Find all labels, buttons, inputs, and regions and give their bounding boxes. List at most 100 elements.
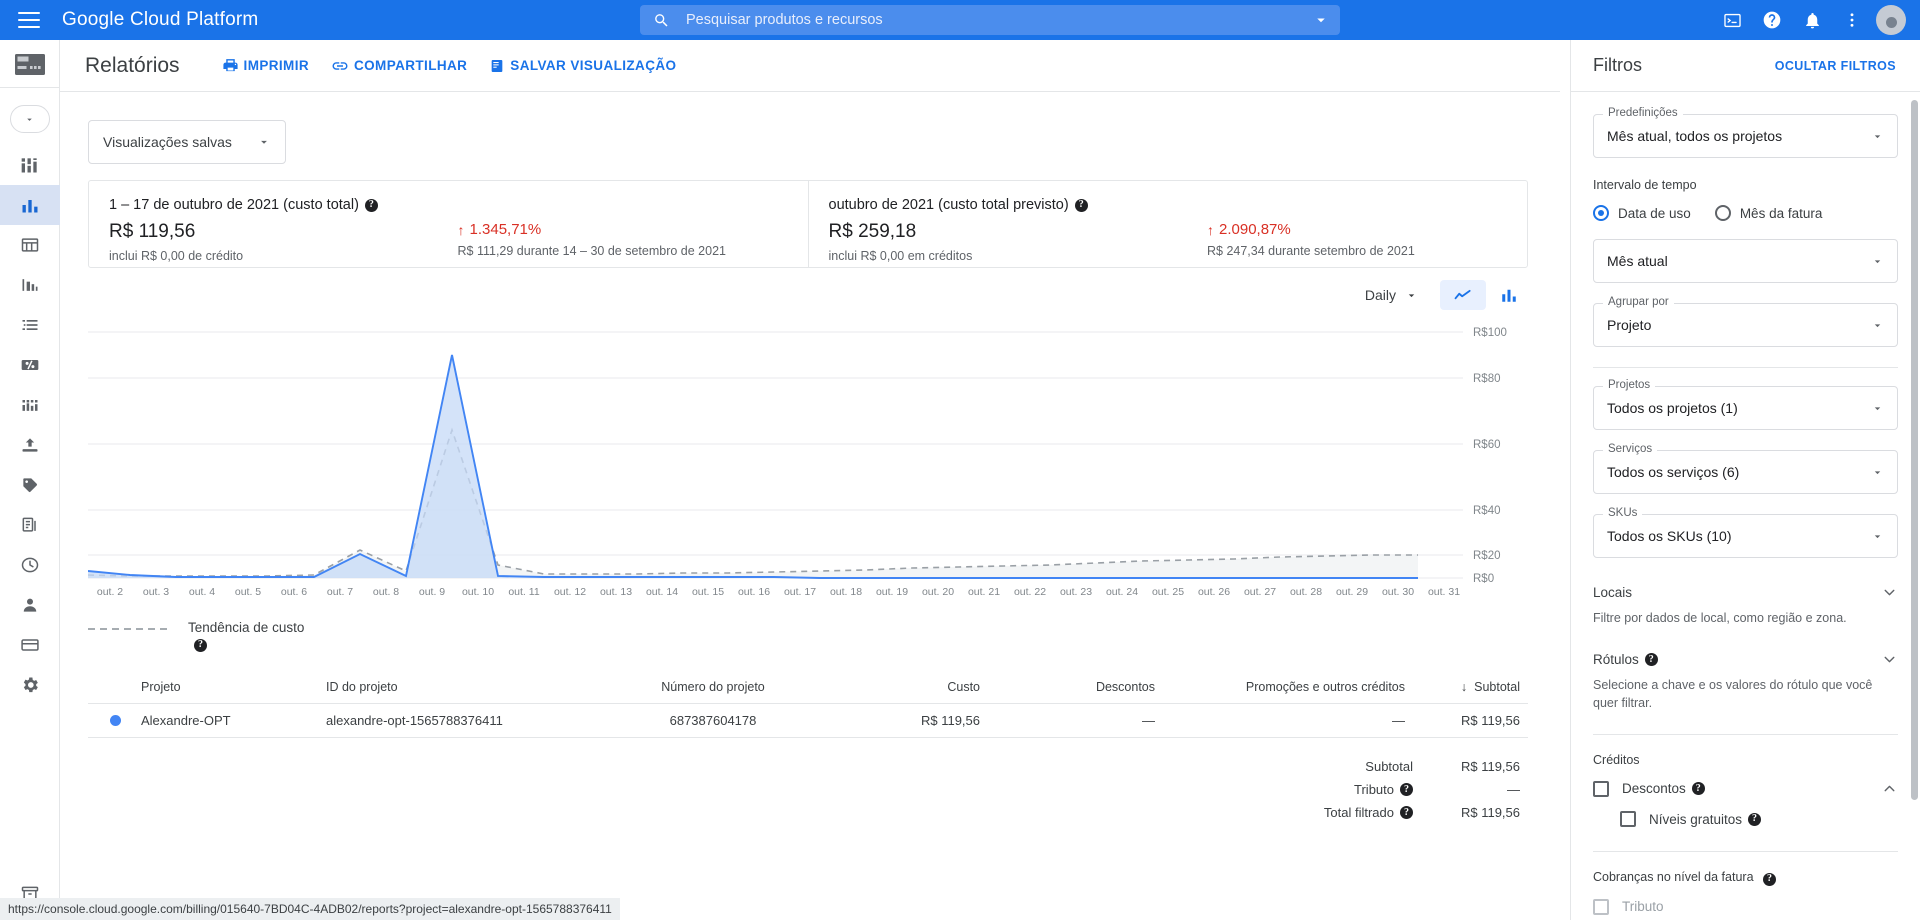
card-change-value-actual: 1.345,71% xyxy=(469,221,542,238)
chart-gridlines xyxy=(88,331,1463,579)
print-button[interactable]: IMPRIMIR xyxy=(222,57,309,74)
save-view-button[interactable]: SALVAR VISUALIZAÇÃO xyxy=(489,58,676,74)
saved-views-dropdown[interactable]: Visualizações salvas xyxy=(88,120,286,164)
totals-tax-label-text: Tributo xyxy=(1354,782,1394,797)
chevron-down-icon[interactable] xyxy=(1881,651,1898,668)
totals-subtotal-label: Subtotal xyxy=(1365,759,1413,774)
clock-icon xyxy=(20,555,40,575)
help-icon[interactable]: ? xyxy=(1763,872,1777,886)
sidebar-item-reports[interactable] xyxy=(0,185,60,225)
sidebar-item-cost-table[interactable] xyxy=(0,225,60,265)
skus-select[interactable]: SKUs Todos os SKUs (10) xyxy=(1593,507,1898,558)
table-col-cost[interactable]: Custo xyxy=(838,680,988,694)
discounts-label: Descontos ? xyxy=(1622,781,1705,796)
notifications-bell-icon[interactable] xyxy=(1792,0,1832,40)
svg-text:out. 26: out. 26 xyxy=(1198,586,1230,598)
table-col-subtotal[interactable]: ↓ Subtotal xyxy=(1413,680,1528,694)
table-totals: Subtotal R$ 119,56 Tributo ? — Total fil… xyxy=(88,738,1528,823)
group-by-select[interactable]: Agrupar por Projeto xyxy=(1593,296,1898,347)
chevron-down-icon[interactable] xyxy=(1881,584,1898,601)
share-button[interactable]: COMPARTILHAR xyxy=(331,57,467,75)
help-icon[interactable]: ? xyxy=(194,638,207,652)
sidebar-item-account-management[interactable] xyxy=(0,585,60,625)
free-tier-checkbox[interactable] xyxy=(1620,811,1636,828)
avatar[interactable] xyxy=(1876,5,1906,35)
sidebar-item-overview[interactable] xyxy=(0,145,60,185)
time-range-select[interactable]: Mês atual xyxy=(1593,239,1898,283)
radio-invoice-month-label: Mês da fatura xyxy=(1739,205,1823,221)
locations-description: Filtre por dados de local, como região e… xyxy=(1593,611,1847,625)
sidebar-item-commitments[interactable] xyxy=(0,345,60,385)
search-input[interactable] xyxy=(686,12,1302,28)
labels-section: Rótulos ? Selecione a chave e os valores… xyxy=(1593,651,1898,712)
sidebar-item-billing-export[interactable] xyxy=(0,425,60,465)
labels-toggle[interactable]: Rótulos ? xyxy=(1593,651,1898,668)
radio-invoice-month-control[interactable] xyxy=(1714,205,1731,221)
search-chevron-down-icon[interactable] xyxy=(1302,11,1340,29)
sidebar-item-cost-optimization[interactable] xyxy=(0,465,60,505)
svg-text:out. 13: out. 13 xyxy=(600,586,632,598)
chevron-down-icon xyxy=(1871,255,1884,268)
filters-scrollbar[interactable] xyxy=(1911,100,1918,800)
projects-select[interactable]: Projetos Todos os projetos (1) xyxy=(1593,379,1898,430)
sidebar-item-transactions[interactable] xyxy=(0,545,60,585)
sidebar-item-documents[interactable] xyxy=(0,505,60,545)
table-col-project-id[interactable]: ID do projeto xyxy=(318,680,588,694)
card-credit-note-forecast: inclui R$ 0,00 em créditos xyxy=(828,249,973,263)
tax-checkbox[interactable] xyxy=(1593,898,1609,915)
radio-usage-date[interactable]: Data de uso xyxy=(1593,205,1691,221)
cloud-shell-icon[interactable] xyxy=(1712,0,1752,40)
credit-card-icon xyxy=(20,635,40,655)
discounts-checkbox[interactable] xyxy=(1593,780,1609,797)
svg-text:out. 7: out. 7 xyxy=(327,586,353,598)
presets-label: Predefinições xyxy=(1603,107,1683,119)
free-tier-checkbox-row[interactable]: Níveis gratuitos ? xyxy=(1620,811,1898,828)
project-selector-dropdown[interactable] xyxy=(9,105,50,133)
help-icon[interactable]: ? xyxy=(1644,653,1658,667)
tax-checkbox-row[interactable]: Tributo xyxy=(1593,898,1898,915)
free-tier-label-text: Níveis gratuitos xyxy=(1649,811,1743,827)
help-icon[interactable] xyxy=(1752,0,1792,40)
projects-label: Projetos xyxy=(1603,379,1656,391)
filters-panel: Filtros OCULTAR FILTROS Predefinições Mê… xyxy=(1570,40,1920,920)
table-col-project[interactable]: Projeto xyxy=(133,680,318,694)
table-col-promotions[interactable]: Promoções e outros créditos xyxy=(1163,680,1413,694)
locations-toggle[interactable]: Locais xyxy=(1593,584,1898,601)
sidebar-item-pricing[interactable] xyxy=(0,305,60,345)
help-icon[interactable]: ? xyxy=(1400,783,1413,796)
hamburger-icon[interactable] xyxy=(18,12,40,28)
table-col-project-number[interactable]: Número do projeto xyxy=(588,680,838,694)
cost-chart[interactable]: R$100 R$80 R$60 R$40 R$20 R$0 out. 2 out.… xyxy=(88,310,1528,600)
table-row[interactable]: Alexandre-OPT alexandre-opt-156578837641… xyxy=(88,704,1528,738)
chevron-up-icon[interactable] xyxy=(1881,780,1898,797)
more-options-icon[interactable] xyxy=(1832,0,1872,40)
search-bar[interactable] xyxy=(640,5,1340,35)
hide-filters-button[interactable]: OCULTAR FILTROS xyxy=(1775,59,1896,73)
bar-chart-toggle[interactable] xyxy=(1486,280,1532,310)
table-col-discounts[interactable]: Descontos xyxy=(988,680,1163,694)
invoice-charges-title: Cobranças no nível da fatura ? xyxy=(1593,870,1898,886)
services-select[interactable]: Serviços Todos os serviços (6) xyxy=(1593,443,1898,494)
svg-text:R$100: R$100 xyxy=(1473,327,1507,339)
legend-item-label: Tendência de custo ? xyxy=(188,620,308,652)
help-icon[interactable]: ? xyxy=(1748,812,1762,826)
sidebar-item-settings[interactable] xyxy=(0,665,60,705)
discounts-checkbox-row[interactable]: Descontos ? xyxy=(1593,780,1705,797)
help-icon[interactable]: ? xyxy=(364,198,378,212)
granularity-dropdown[interactable]: Daily xyxy=(1365,287,1418,303)
sidebar-item-budgets-alerts[interactable] xyxy=(0,385,60,425)
line-chart-toggle[interactable] xyxy=(1440,280,1486,310)
save-view-label: SALVAR VISUALIZAÇÃO xyxy=(510,58,677,73)
svg-text:R$40: R$40 xyxy=(1473,505,1501,517)
help-icon[interactable]: ? xyxy=(1074,198,1088,212)
help-icon[interactable]: ? xyxy=(1691,782,1705,796)
presets-select[interactable]: Predefinições Mês atual, todos os projet… xyxy=(1593,107,1898,158)
svg-text:R$20: R$20 xyxy=(1473,550,1501,562)
radio-invoice-month[interactable]: Mês da fatura xyxy=(1714,205,1823,221)
sidebar-item-payment-method[interactable] xyxy=(0,625,60,665)
card-title-text: outubro de 2021 (custo total previsto) xyxy=(828,197,1069,213)
help-icon[interactable]: ? xyxy=(1400,806,1413,819)
radio-usage-date-control[interactable] xyxy=(1593,205,1609,221)
chart-trend-line xyxy=(88,427,1418,577)
sidebar-item-cost-breakdown[interactable] xyxy=(0,265,60,305)
